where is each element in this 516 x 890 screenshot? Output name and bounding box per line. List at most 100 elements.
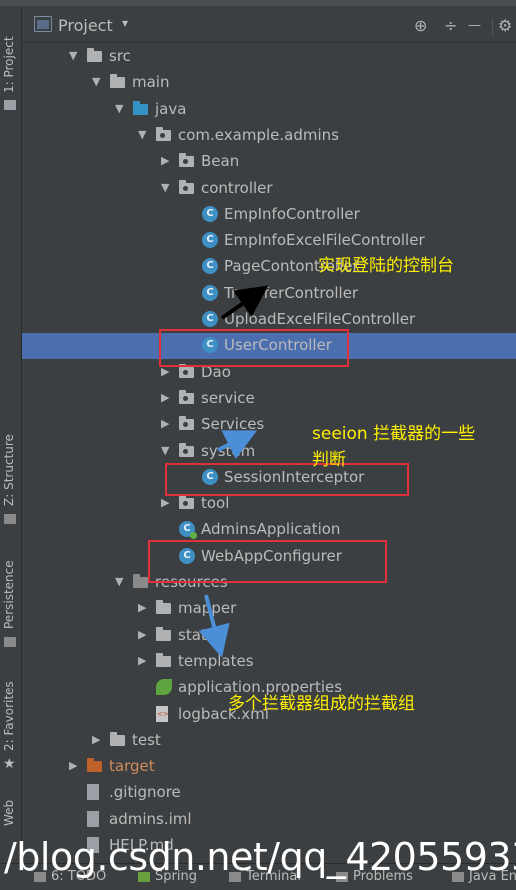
annotation-session-line2: 判断 bbox=[312, 450, 346, 470]
tree-row-label: AdminsApplication bbox=[201, 520, 341, 538]
collapsed-arrow-icon[interactable]: ▶ bbox=[138, 601, 148, 614]
expanded-arrow-icon[interactable]: ▼ bbox=[138, 128, 148, 141]
excluded-folder-icon bbox=[87, 758, 102, 772]
tree-row-java[interactable]: ▼ java bbox=[22, 97, 516, 123]
tool-tab-project[interactable]: 1: Project bbox=[0, 18, 21, 118]
class-icon: C bbox=[202, 232, 218, 248]
tree-row-test[interactable]: ▶ test bbox=[22, 728, 516, 754]
tree-row-label: java bbox=[155, 100, 187, 118]
tree-row-src[interactable]: ▼ src bbox=[22, 44, 516, 70]
package-icon bbox=[156, 127, 171, 141]
file-icon bbox=[87, 811, 99, 827]
tree-row-label: templates bbox=[178, 652, 254, 670]
expanded-arrow-icon[interactable]: ▼ bbox=[92, 75, 102, 88]
project-view-selector[interactable]: Project bbox=[58, 16, 113, 35]
tree-row-admins-iml[interactable]: admins.iml bbox=[22, 807, 516, 833]
tree-row-label: com.example.admins bbox=[178, 126, 339, 144]
collapsed-arrow-icon[interactable]: ▶ bbox=[69, 759, 79, 772]
tool-tab-persistence-label: Persistence bbox=[2, 560, 16, 629]
tree-row-service[interactable]: ▶ service bbox=[22, 386, 516, 412]
expanded-arrow-icon[interactable]: ▼ bbox=[115, 102, 125, 115]
project-view-icon bbox=[34, 16, 52, 32]
folder-icon bbox=[156, 600, 171, 614]
structure-icon bbox=[4, 514, 16, 524]
tree-row-controller[interactable]: ▼ controller bbox=[22, 176, 516, 202]
tree-row-mapper[interactable]: ▶ mapper bbox=[22, 596, 516, 622]
tree-row-bean[interactable]: ▶ Bean bbox=[22, 149, 516, 175]
expanded-arrow-icon[interactable]: ▼ bbox=[69, 49, 79, 62]
annotation-console: 实现登陆的控制台 bbox=[318, 256, 454, 276]
highlight-box-usercontroller bbox=[159, 329, 349, 367]
tool-tab-persistence[interactable]: Persistence bbox=[0, 551, 21, 651]
tree-row-empinfocontroller[interactable]: C EmpInfoController bbox=[22, 202, 516, 228]
tree-row-label: Services bbox=[201, 415, 265, 433]
collapsed-arrow-icon[interactable]: ▶ bbox=[161, 154, 171, 167]
tree-row-label: static bbox=[178, 626, 220, 644]
resources-folder-icon bbox=[133, 574, 148, 588]
tree-row-static[interactable]: ▶ static bbox=[22, 623, 516, 649]
left-tool-window-bar: 1: Project Z: Structure Persistence 2: F… bbox=[0, 6, 22, 863]
package-icon bbox=[179, 495, 194, 509]
expanded-arrow-icon[interactable]: ▼ bbox=[161, 181, 171, 194]
tree-row-label: target bbox=[109, 757, 155, 775]
package-icon bbox=[179, 364, 194, 378]
tool-tab-favorites[interactable]: 2: Favorites ★ bbox=[0, 676, 21, 776]
project-tree: ▼ src ▼ main ▼ java ▼ com.example.admins ▶ Bean ▼ c… bbox=[22, 44, 516, 862]
tool-tab-structure[interactable]: Z: Structure bbox=[0, 426, 21, 526]
tool-tab-project-label: 1: Project bbox=[2, 36, 16, 93]
tree-row-label: mapper bbox=[178, 599, 237, 617]
minimize-icon[interactable]: — bbox=[468, 18, 481, 33]
tree-row-label: Bean bbox=[201, 152, 240, 170]
watermark-text: /blog.csdn.net/qq_42055933 bbox=[4, 835, 516, 879]
tree-row-label: EmpInfoController bbox=[224, 205, 360, 223]
collapsed-arrow-icon[interactable]: ▶ bbox=[161, 391, 171, 404]
tree-row-target[interactable]: ▶ target bbox=[22, 754, 516, 780]
tree-row-label: main bbox=[132, 73, 170, 91]
header-divider bbox=[492, 18, 493, 36]
collapsed-arrow-icon[interactable]: ▶ bbox=[161, 496, 171, 509]
tree-row-label: EmpInfoExcelFileController bbox=[224, 231, 425, 249]
annotation-session-line1: seeion 拦截器的一些 bbox=[312, 424, 476, 444]
folder-icon bbox=[156, 653, 171, 667]
persistence-icon bbox=[4, 637, 16, 647]
tree-row-label: service bbox=[201, 389, 255, 407]
tree-row-templates[interactable]: ▶ templates bbox=[22, 649, 516, 675]
tree-row-label: UploadExcelFileController bbox=[224, 310, 416, 328]
collapsed-arrow-icon[interactable]: ▶ bbox=[92, 733, 102, 746]
tree-row-transfercontroller[interactable]: C TransferController bbox=[22, 281, 516, 307]
expanded-arrow-icon[interactable]: ▼ bbox=[161, 444, 171, 457]
class-icon: C bbox=[202, 206, 218, 222]
highlight-box-webappconfigurer bbox=[148, 540, 387, 583]
collapsed-arrow-icon[interactable]: ▶ bbox=[138, 628, 148, 641]
collapsed-arrow-icon[interactable]: ▶ bbox=[138, 654, 148, 667]
class-icon: C bbox=[202, 258, 218, 274]
tree-row-main[interactable]: ▼ main bbox=[22, 70, 516, 96]
tree-row-label: admins.iml bbox=[109, 810, 192, 828]
tree-row-label: controller bbox=[201, 179, 273, 197]
tree-row-label: TransferController bbox=[224, 284, 359, 302]
locate-file-icon[interactable]: ⊕ bbox=[414, 16, 427, 35]
xml-file-icon bbox=[156, 706, 169, 722]
collapse-all-icon[interactable]: ÷ bbox=[444, 16, 457, 35]
collapsed-arrow-icon[interactable]: ▶ bbox=[161, 417, 171, 430]
tree-row-com-example-admins[interactable]: ▼ com.example.admins bbox=[22, 123, 516, 149]
chevron-down-icon[interactable]: ▾ bbox=[122, 16, 128, 30]
tree-row-label: src bbox=[109, 47, 131, 65]
tool-tab-web-label: Web bbox=[2, 799, 16, 826]
package-icon bbox=[179, 153, 194, 167]
source-folder-icon bbox=[133, 101, 148, 115]
tree-row-gitignore[interactable]: .gitignore bbox=[22, 780, 516, 806]
tree-row-label: tool bbox=[201, 494, 230, 512]
expanded-arrow-icon[interactable]: ▼ bbox=[115, 575, 125, 588]
tool-tab-favorites-label: 2: Favorites bbox=[2, 681, 16, 751]
file-icon bbox=[87, 784, 99, 800]
folder-icon bbox=[110, 74, 125, 88]
tree-row-label: test bbox=[132, 731, 161, 749]
tree-row-label: system bbox=[201, 442, 256, 460]
package-icon bbox=[179, 416, 194, 430]
folder-icon bbox=[87, 48, 102, 62]
tree-row-label: .gitignore bbox=[109, 783, 181, 801]
spring-boot-app-icon: C bbox=[179, 521, 197, 539]
star-icon: ★ bbox=[3, 756, 16, 772]
gear-icon[interactable]: ⚙ bbox=[498, 16, 512, 35]
